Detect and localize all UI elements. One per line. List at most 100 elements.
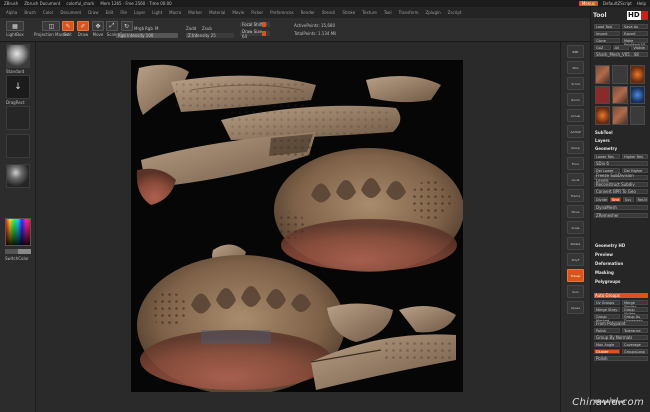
max-angle-slider[interactable]: Max Angle — [594, 342, 620, 347]
rgb-intensity-slider[interactable]: Rgb Intensity 100 — [116, 33, 178, 38]
save-as-button[interactable]: Save As — [622, 24, 648, 29]
bpr-button[interactable]: BPR — [567, 45, 584, 58]
tool-thumb-3[interactable] — [629, 65, 645, 84]
menu-transform[interactable]: Transform — [399, 10, 419, 15]
alpha-selector[interactable] — [6, 106, 30, 130]
deformation-section[interactable]: Deformation — [594, 261, 648, 266]
tool-thumb-2[interactable] — [612, 65, 628, 84]
switch-color-label[interactable]: SwitchColor — [5, 256, 29, 261]
color-swatches[interactable] — [5, 249, 31, 254]
transp-button[interactable]: Transp — [567, 269, 584, 282]
mrgb-toggle[interactable]: Mrgb — [134, 26, 144, 31]
scroll-button[interactable]: Scroll — [567, 77, 584, 90]
layers-section[interactable]: Layers — [594, 138, 648, 143]
menu-edit[interactable]: Edit — [106, 10, 114, 15]
reuv-toggle[interactable]: ReUV — [635, 197, 649, 202]
texture-selector[interactable] — [6, 134, 30, 158]
zscript-button[interactable]: DefaultZScript — [603, 1, 632, 6]
zremesher-button[interactable]: ZRemesher — [594, 213, 648, 218]
higher-res-button[interactable]: Higher Res — [622, 154, 648, 159]
load-tool-button[interactable]: Load Tool — [594, 24, 620, 29]
all-button[interactable]: All — [612, 45, 630, 50]
menu-color[interactable]: Color — [43, 10, 53, 15]
divide-button[interactable]: Divide — [594, 197, 609, 202]
menu-stencil[interactable]: Stencil — [322, 10, 336, 15]
masking-section[interactable]: Masking — [594, 270, 648, 275]
polish-slider[interactable]: Polish — [594, 356, 648, 361]
scale-button[interactable]: Scale — [567, 221, 584, 234]
clone-button[interactable]: Clone — [594, 38, 620, 43]
from-polypaint-button[interactable]: From Polypaint — [594, 321, 648, 326]
coverage-slider[interactable]: Coverage — [622, 342, 648, 347]
subtool-section[interactable]: SubTool — [594, 130, 648, 135]
menu-picker[interactable]: Picker — [251, 10, 263, 15]
uv-texture-map[interactable] — [131, 60, 463, 392]
merge-stray-button[interactable]: Merge Stray — [594, 307, 620, 312]
menu-preferences[interactable]: Preferences — [270, 10, 294, 15]
menu-alpha[interactable]: Alpha — [6, 10, 17, 15]
menu-stroke[interactable]: Stroke — [342, 10, 355, 15]
merge-similar-button[interactable]: Merge Similar — [622, 300, 648, 309]
m-toggle[interactable]: M — [155, 26, 158, 31]
tool-thumb-7[interactable] — [595, 106, 611, 125]
tool-thumb-8[interactable] — [612, 106, 628, 125]
actual-button[interactable]: Actual — [567, 109, 584, 122]
lightbox-button[interactable]: ▦ LightBox — [6, 21, 24, 37]
polish-toggle[interactable]: Polish — [594, 328, 620, 333]
menu-file[interactable]: File — [120, 10, 127, 15]
aahalf-button[interactable]: AAHalf — [567, 125, 584, 138]
move-button[interactable]: Move — [567, 205, 584, 218]
polygroups-section[interactable]: Polygroups — [594, 279, 648, 284]
brush-selector[interactable] — [6, 44, 30, 68]
menu-brush[interactable]: Brush — [24, 10, 36, 15]
zsub-toggle[interactable]: Zsub — [202, 26, 212, 31]
convert-bpr-button[interactable]: Convert BPR To Geo — [594, 189, 648, 194]
auto-groups-button[interactable]: Auto Groups — [594, 293, 648, 298]
preview-section[interactable]: Preview — [594, 252, 648, 257]
geometry-section[interactable]: Geometry — [594, 146, 648, 151]
current-tool-name[interactable]: Shark_Mesh_V05 . 48 — [594, 52, 648, 57]
groups-loop-button[interactable]: GroupsLoop — [622, 349, 648, 354]
sdiv-slider[interactable]: SDiv 6 — [594, 161, 648, 166]
menu-render[interactable]: Render — [301, 10, 315, 15]
z-intensity-slider[interactable]: Z Intensity 25 — [186, 33, 234, 38]
export-button[interactable]: Export — [622, 31, 648, 36]
tool-thumb-9[interactable] — [629, 106, 645, 125]
material-selector[interactable] — [6, 164, 30, 188]
edit-button[interactable]: ✎ Edit — [62, 21, 74, 37]
uv-groups-button[interactable]: Uv Groups — [594, 300, 620, 305]
spix-button[interactable]: SPix — [567, 61, 584, 74]
persp-button[interactable]: Persp — [567, 141, 584, 154]
menu-layer[interactable]: Layer — [134, 10, 145, 15]
rotate-button[interactable]: Rotate — [567, 237, 584, 250]
help-button[interactable]: Help — [637, 1, 646, 6]
draw-button[interactable]: ✐ Draw — [77, 21, 89, 37]
visible-button[interactable]: Visible — [631, 45, 649, 50]
group-masked-button[interactable]: Group Masked — [594, 314, 620, 323]
import-button[interactable]: Import — [594, 31, 620, 36]
document-canvas[interactable] — [36, 42, 560, 412]
menu-tool[interactable]: Tool — [384, 10, 392, 15]
tool-thumb-6[interactable] — [629, 85, 645, 105]
group-visible-button[interactable]: Group Visible — [622, 307, 648, 316]
stroke-selector[interactable]: ↓ — [6, 75, 30, 99]
floor-button[interactable]: Floor — [567, 157, 584, 170]
solo-button[interactable]: Solo — [567, 285, 584, 298]
suv-toggle[interactable]: Suv — [622, 197, 634, 202]
cluster-slider[interactable]: Cluster — [594, 349, 620, 354]
goz-button[interactable]: GoZ — [594, 45, 611, 50]
menu-texture[interactable]: Texture — [362, 10, 377, 15]
menu-light[interactable]: Light — [152, 10, 162, 15]
menu-document[interactable]: Document — [60, 10, 81, 15]
tool-thumb-4[interactable] — [595, 85, 611, 105]
menu-zscript[interactable]: Zscript — [448, 10, 462, 15]
group-as-dynamesh-button[interactable]: Group As Dynamesh Sub — [622, 314, 648, 327]
local-button[interactable]: Local — [567, 173, 584, 186]
menus-button[interactable]: Menus — [578, 1, 598, 6]
make-polymesh-button[interactable]: Make PolyMesh3D — [622, 38, 648, 47]
xpose-button[interactable]: Xpose — [567, 301, 584, 314]
smt-toggle[interactable]: Smt — [610, 197, 621, 202]
color-picker[interactable] — [5, 218, 31, 246]
menu-macro[interactable]: Macro — [169, 10, 181, 15]
freeze-subdivision-button[interactable]: Freeze SubDivision Levels — [594, 173, 648, 183]
